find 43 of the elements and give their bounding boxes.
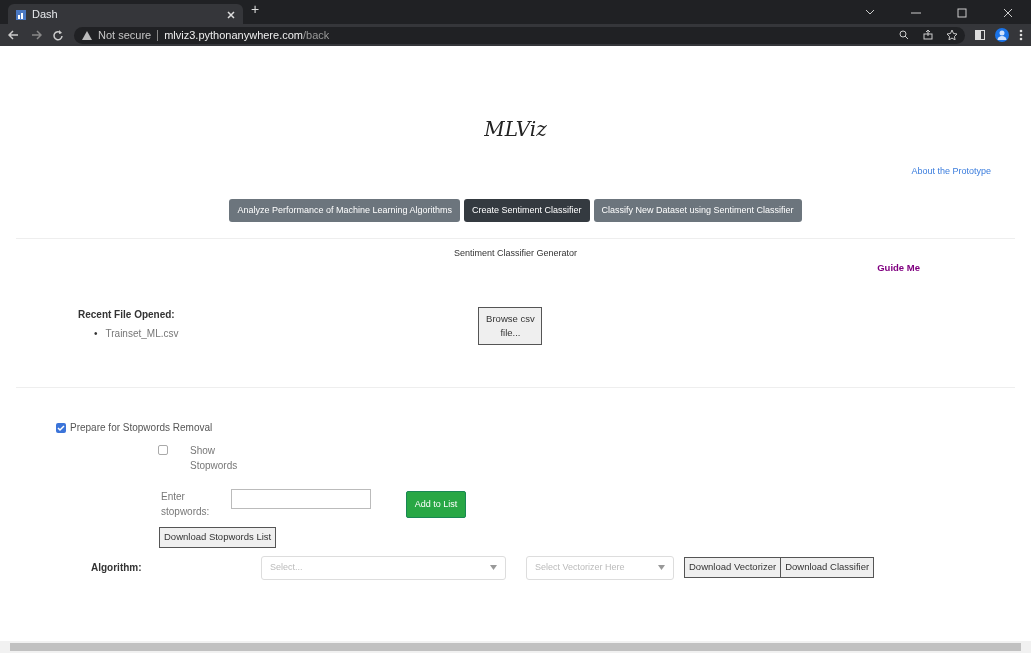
new-tab-button[interactable]: +: [251, 0, 260, 20]
divider-line: [157, 29, 159, 41]
zoom-icon[interactable]: [899, 30, 909, 40]
url-text: mlviz3.pythonanywhere.com/back: [164, 27, 330, 43]
security-label: Not secure: [98, 27, 152, 43]
menu-icon[interactable]: [1019, 29, 1023, 41]
browse-button[interactable]: Browse csv file...: [478, 306, 543, 346]
field-label: Algorithm:: [91, 561, 143, 575]
share-icon[interactable]: [923, 30, 933, 40]
placeholder-text: Select Vectorizer Here: [535, 560, 625, 574]
field-label: Enter stopwords:: [161, 490, 211, 520]
browser-tab[interactable]: Dash: [8, 4, 243, 24]
back-icon[interactable]: [8, 29, 20, 41]
sidebar-icon[interactable]: [975, 30, 985, 40]
nav-tab[interactable]: Classify New Dataset using Sentiment Classifier: [593, 198, 802, 222]
download-button[interactable]: Download Vectorizer: [684, 557, 782, 578]
address-bar[interactable]: Not secure mlviz3.pythonanywhere.com/back: [74, 26, 965, 44]
tab-title: Dash: [32, 6, 58, 22]
download-button[interactable]: Download Stopwords List: [159, 527, 277, 548]
star-icon[interactable]: [947, 30, 957, 40]
horizontal-scrollbar[interactable]: [0, 641, 1031, 653]
placeholder-text: Select...: [270, 560, 303, 574]
caret-icon: [658, 565, 665, 570]
about-link[interactable]: About the Prototype: [911, 165, 991, 179]
forward-icon[interactable]: [30, 29, 42, 41]
profile-avatar-icon[interactable]: [995, 28, 1009, 42]
warning-icon: [82, 30, 92, 40]
caret-icon: [490, 565, 497, 570]
nav-tab[interactable]: Analyze Performance of Machine Learning Algorithms: [229, 198, 460, 222]
app-logo: MLViz: [484, 117, 547, 141]
checkbox[interactable]: [158, 445, 168, 456]
checkbox-label: Prepare for Stopwords Removal: [70, 421, 213, 436]
file-list-item: Trainset_ML.csv: [105, 326, 179, 341]
checkbox[interactable]: [56, 422, 66, 433]
nav-tab[interactable]: Create Sentiment Classifier: [464, 198, 590, 222]
reload-icon[interactable]: [52, 29, 64, 41]
download-button[interactable]: Download Classifier: [780, 557, 875, 578]
guide-link[interactable]: Guide Me: [877, 260, 920, 275]
checkbox-label: Show Stopwords: [190, 444, 239, 474]
section-title: Sentiment Classifier Generator: [453, 248, 578, 258]
bullet: •: [94, 326, 98, 341]
stopwords-input[interactable]: [231, 489, 371, 510]
recent-heading: Recent File Opened:: [78, 307, 176, 322]
